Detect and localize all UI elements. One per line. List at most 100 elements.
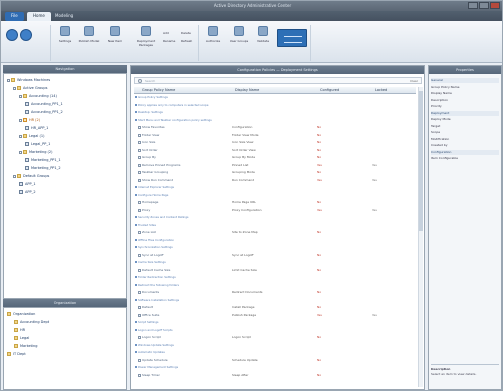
property-category[interactable]: Deployment — [431, 110, 499, 116]
group-row[interactable]: Offline Files Configuration — [134, 238, 416, 243]
property-row[interactable]: Description — [431, 98, 461, 103]
scroll-thumb[interactable] — [419, 91, 423, 231]
group-expand-icon[interactable] — [135, 246, 137, 248]
org-item[interactable]: Marketing — [14, 343, 37, 349]
table-row[interactable]: Office Suite Publish Package Yes Yes — [134, 313, 416, 318]
group-expand-icon[interactable] — [135, 111, 137, 113]
property-row[interactable]: Scope — [431, 130, 461, 135]
group-row[interactable]: Logon and Logoff Scripts — [134, 328, 416, 333]
tree-item[interactable]: Legal (1) — [19, 133, 44, 139]
tree-item[interactable]: HR_APP_1 — [25, 125, 48, 131]
search-box[interactable]: Search Clear — [134, 77, 422, 84]
tree-item[interactable]: Marketing (2) — [19, 149, 53, 155]
table-row[interactable]: Documents Redirect Documents No — [134, 290, 416, 295]
row-checkbox[interactable] — [138, 231, 141, 234]
tree-item[interactable]: Marketing_PP1_1 — [25, 157, 61, 163]
row-checkbox[interactable] — [138, 156, 141, 159]
group-row[interactable]: Security Zones and Content Ratings — [134, 215, 416, 220]
tree-item[interactable]: Accounting_PP1_1 — [25, 101, 63, 107]
expand-icon[interactable] — [19, 118, 22, 122]
property-row[interactable]: Item Configurable — [431, 156, 461, 161]
group-expand-icon[interactable] — [135, 223, 137, 226]
property-row[interactable]: Group Policy Name — [431, 85, 461, 90]
row-checkbox[interactable] — [138, 141, 141, 144]
table-row[interactable]: Default Install Package No — [134, 305, 416, 310]
grid-scrollbar[interactable] — [418, 87, 423, 387]
row-checkbox[interactable] — [138, 268, 141, 272]
group-expand-icon[interactable] — [135, 298, 137, 301]
group-expand-icon[interactable] — [135, 193, 137, 196]
table-row[interactable]: Sleep Timer Sleep After No — [134, 373, 416, 378]
group-row[interactable]: Configure Home Page — [134, 193, 416, 198]
expand-icon[interactable] — [7, 78, 10, 82]
row-checkbox[interactable] — [138, 373, 141, 377]
group-expand-icon[interactable] — [135, 96, 137, 98]
property-row[interactable]: Modification — [431, 137, 461, 142]
org-item[interactable]: HR — [14, 327, 25, 333]
group-row[interactable]: Automatic Updates — [134, 350, 416, 355]
table-row[interactable]: Group By Group By Mode No — [134, 155, 416, 160]
organization-tree[interactable]: Organization Accounting Dept HR Legal Market… — [3, 307, 127, 390]
tab-modeling[interactable]: Modeling — [49, 12, 79, 21]
property-category[interactable]: General — [431, 78, 499, 83]
group-row[interactable]: Start Menu and Taskbar configuration pol… — [134, 118, 416, 123]
close-icon[interactable] — [490, 2, 500, 9]
row-checkbox[interactable] — [138, 208, 141, 212]
group-row[interactable]: Cache Size Settings — [134, 260, 416, 265]
row-checkbox[interactable] — [138, 133, 141, 137]
tree-item[interactable]: Default Groups — [13, 173, 49, 179]
row-checkbox[interactable] — [138, 148, 141, 152]
group-expand-icon[interactable] — [135, 186, 137, 188]
row-checkbox[interactable] — [138, 126, 141, 129]
table-row[interactable]: Sort Order Sort Order View No — [134, 148, 416, 153]
column-header-locked[interactable]: Locked — [375, 88, 387, 92]
group-row[interactable]: Internet Explorer Settings — [134, 185, 416, 190]
group-row[interactable]: Synchronization Settings — [134, 245, 416, 250]
row-checkbox[interactable] — [138, 306, 141, 309]
table-row[interactable]: Remove Pinned Programs Pinned List Yes Yes — [134, 163, 416, 168]
property-category[interactable]: Configuration — [431, 149, 499, 155]
org-item[interactable]: IT Dept — [7, 351, 26, 357]
table-row[interactable]: Show Favorites Configuration No — [134, 125, 416, 130]
group-expand-icon[interactable] — [135, 216, 137, 218]
tree-item[interactable]: Legal_PP_1 — [25, 141, 50, 147]
group-row[interactable]: Script Settings — [134, 320, 416, 325]
table-row[interactable]: Default Cache Size Limit Cache Size No — [134, 268, 416, 273]
property-row[interactable]: Display Name — [431, 91, 461, 96]
group-expand-icon[interactable] — [135, 276, 137, 278]
table-row[interactable]: Proxy Proxy Configuration Yes Yes — [134, 208, 416, 213]
tree-item[interactable]: Active Groups — [13, 85, 47, 91]
row-checkbox[interactable] — [138, 313, 141, 317]
row-checkbox[interactable] — [138, 336, 141, 339]
column-header-configured[interactable]: Configured — [320, 88, 339, 92]
clear-search-button[interactable]: Clear — [410, 79, 418, 83]
table-row[interactable]: Show Run Command Run Command Yes Yes — [134, 178, 416, 183]
table-row[interactable]: Zone List Site to Zone Map No — [134, 230, 416, 235]
row-checkbox[interactable] — [138, 171, 141, 174]
table-row[interactable]: Taskbar Grouping Grouping Mode No — [134, 170, 416, 175]
table-row[interactable]: Folder View Folder View Mode No — [134, 133, 416, 138]
table-row[interactable]: Update Schedule Schedule Update No — [134, 358, 416, 363]
group-row[interactable]: Group Policy Settings — [134, 95, 416, 100]
row-checkbox[interactable] — [138, 201, 141, 204]
table-row[interactable]: Logon Script Logon Script No — [134, 335, 416, 340]
maximize-icon[interactable] — [479, 2, 489, 9]
group-expand-icon[interactable] — [135, 321, 137, 323]
group-row[interactable]: Windows Update Settings — [134, 343, 416, 348]
column-header-name[interactable]: Group Policy Name — [142, 88, 175, 92]
group-row[interactable]: Folder Redirection Settings — [134, 275, 416, 280]
tree-item[interactable]: APP_2 — [19, 189, 36, 195]
group-row[interactable]: Redirect the following folders — [134, 283, 416, 288]
tree-item[interactable]: Windows Machines — [7, 77, 50, 83]
row-checkbox[interactable] — [138, 163, 141, 167]
search-input[interactable]: Search — [145, 79, 155, 83]
file-tab[interactable]: File — [5, 12, 24, 21]
property-row[interactable]: Target — [431, 124, 461, 129]
group-expand-icon[interactable] — [135, 118, 137, 121]
group-row[interactable]: Power Management Settings — [134, 365, 416, 370]
expand-icon[interactable] — [13, 86, 16, 90]
table-row[interactable]: Sync at Logoff Sync at Logoff No — [134, 253, 416, 258]
group-expand-icon[interactable] — [135, 366, 137, 368]
property-row[interactable]: Created by — [431, 143, 461, 148]
row-checkbox[interactable] — [138, 253, 141, 257]
